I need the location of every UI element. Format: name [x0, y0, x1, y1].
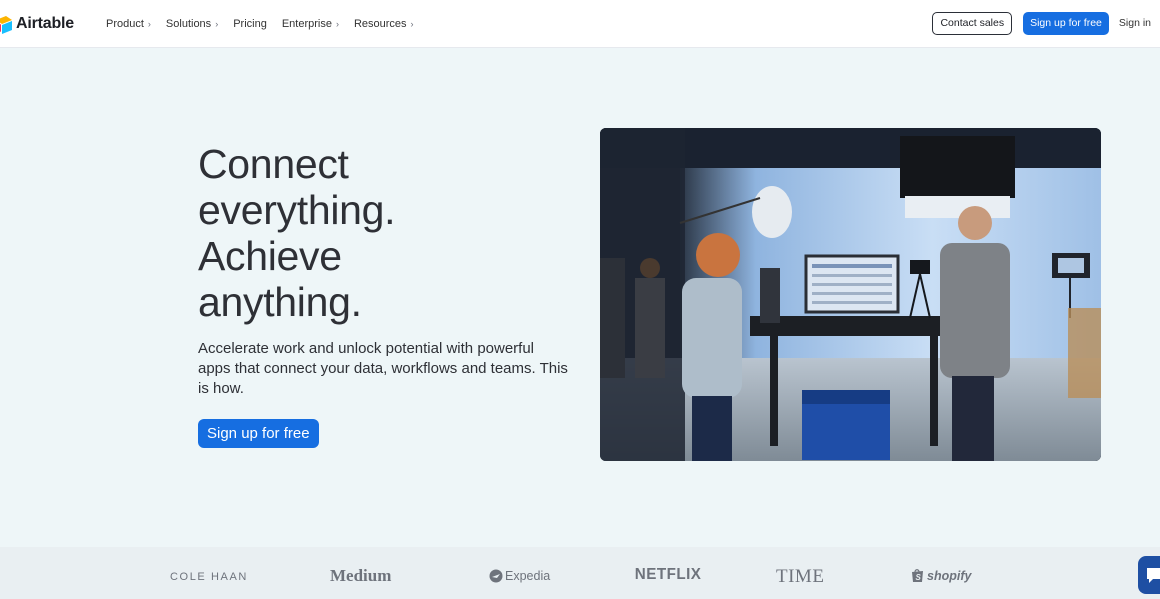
- hero-title-line: Connect: [198, 141, 349, 187]
- chat-widget-button[interactable]: [1138, 556, 1160, 594]
- hero-subtitle: Accelerate work and unlock potential wit…: [198, 340, 568, 397]
- chevron-right-icon: ›: [147, 19, 151, 29]
- main-nav: Product › Solutions › Pricing Enterprise…: [106, 0, 429, 48]
- hero-title-line: everything.: [198, 187, 396, 233]
- chevron-right-icon: ›: [335, 19, 339, 29]
- svg-text:S: S: [916, 573, 922, 582]
- top-nav-bar: Airtable Product › Solutions › Pricing E…: [0, 0, 1160, 48]
- nav-item-enterprise[interactable]: Enterprise ›: [282, 18, 339, 30]
- airtable-logo[interactable]: Airtable: [0, 12, 74, 36]
- airtable-logo-icon: [0, 14, 14, 34]
- header-signup-button[interactable]: Sign up for free: [1023, 11, 1109, 35]
- header-actions: Contact sales Sign up for free Sign in: [932, 11, 1151, 35]
- contact-sales-button[interactable]: Contact sales: [932, 11, 1013, 35]
- nav-item-label: Resources: [353, 18, 407, 30]
- expedia-logo-text: Expedia: [505, 569, 551, 583]
- medium-logo: Medium: [330, 566, 392, 585]
- expedia-logo: Expedia: [489, 569, 550, 583]
- hero-title-line: Achieve: [198, 233, 342, 279]
- hero-photo: [600, 128, 1101, 461]
- sign-in-link[interactable]: Sign in: [1119, 17, 1151, 29]
- shopify-logo: S shopify: [911, 568, 971, 583]
- nav-item-label: Product: [106, 18, 144, 30]
- nav-item-pricing[interactable]: Pricing: [233, 18, 267, 30]
- nav-item-label: Enterprise: [281, 18, 332, 30]
- expedia-plane-icon: [489, 569, 503, 583]
- chat-icon: [1147, 568, 1160, 583]
- logo-text: Airtable: [16, 15, 74, 32]
- hero-title-line: anything.: [198, 279, 362, 325]
- nav-item-label: Pricing: [233, 18, 267, 30]
- netflix-logo: NETFLIX: [634, 566, 702, 583]
- nav-item-solutions[interactable]: Solutions ›: [166, 18, 218, 30]
- chevron-right-icon: ›: [215, 19, 219, 29]
- hero-title: Connect everything. Achieve anything.: [198, 141, 558, 325]
- nav-item-resources[interactable]: Resources ›: [354, 18, 414, 30]
- shopify-logo-text: shopify: [927, 568, 972, 583]
- nav-item-label: Solutions: [165, 18, 212, 30]
- chevron-right-icon: ›: [410, 19, 414, 29]
- time-logo: TIME: [776, 566, 825, 587]
- nav-item-product[interactable]: Product ›: [106, 18, 151, 30]
- hero-signup-button[interactable]: Sign up for free: [198, 419, 319, 448]
- cole-haan-logo: COLE HAAN: [170, 571, 248, 583]
- shopify-bag-icon: S: [912, 569, 923, 582]
